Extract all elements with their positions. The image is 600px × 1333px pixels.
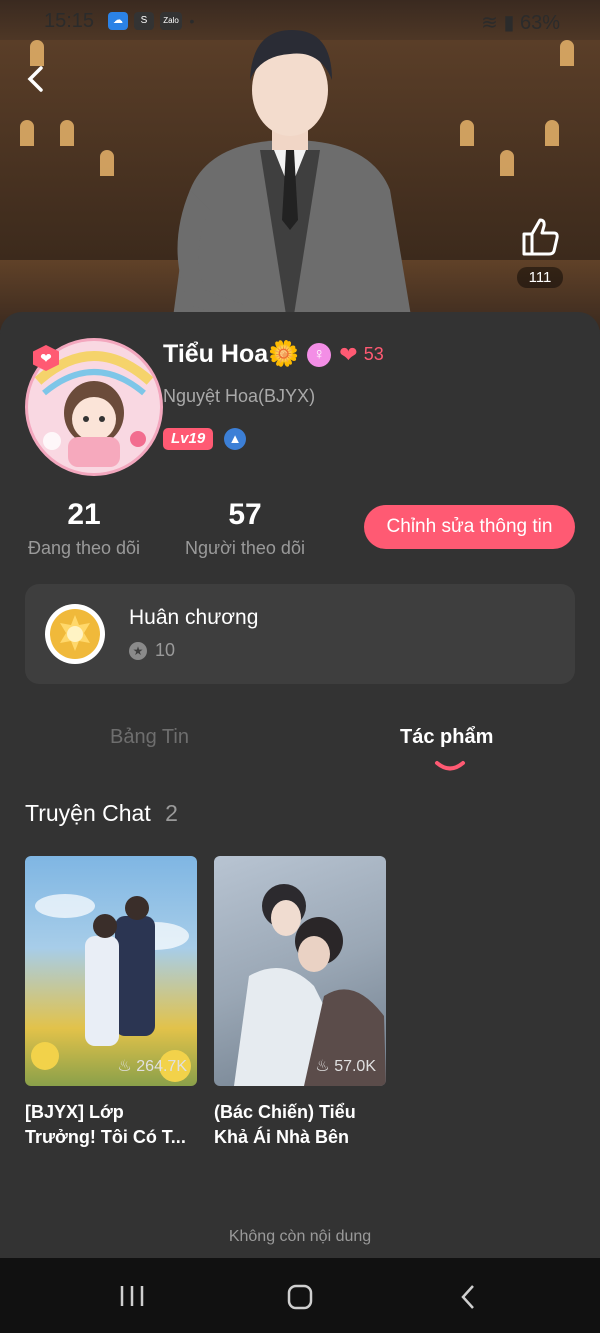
work-card[interactable]: ♨ 264.7K — [25, 856, 197, 1086]
chevron-left-icon — [27, 66, 43, 92]
following-stat[interactable]: 21 Đang theo dõi — [18, 494, 150, 564]
zalo-icon: Zalo — [160, 12, 182, 30]
section-title: Truyện Chat 2 — [25, 800, 178, 827]
following-label: Đang theo dõi — [27, 538, 141, 558]
medals-card[interactable]: Huân chương ★ 10 — [25, 584, 575, 684]
thumbs-up-icon — [522, 218, 559, 256]
like-button[interactable]: 111 — [512, 214, 568, 288]
hearts-icon: ❤ — [339, 341, 358, 367]
status-battery: ≋ ▮ 63% — [481, 10, 560, 35]
work-title[interactable]: [BJYX] Lớp Trưởng! Tôi Có T... — [25, 1100, 197, 1150]
medals-count-row: ★ 10 — [129, 640, 175, 661]
back-button[interactable] — [22, 64, 52, 94]
work-title[interactable]: (Bác Chiến) Tiểu Khả Ái Nhà Bên — [214, 1100, 386, 1150]
work-cover-image — [234, 884, 386, 1086]
medals-count: 10 — [155, 640, 176, 660]
cover-window — [560, 40, 574, 66]
work-card[interactable]: ♨ 57.0K — [214, 856, 386, 1086]
system-nav-bar — [0, 1258, 600, 1333]
popularity-count: 53 — [363, 344, 384, 364]
section-count: 2 — [165, 800, 178, 826]
s-icon: S — [134, 12, 154, 30]
end-of-content-text: Không còn nội dung — [228, 1228, 372, 1245]
cover-window — [545, 120, 559, 146]
profile-cover: 15:15 ☁ S Zalo • ≋ ▮ 63% 111 — [0, 0, 600, 330]
cover-window — [60, 120, 74, 146]
tab-works[interactable]: Tác phẩm — [400, 726, 493, 749]
medals-title: Huân chương — [129, 606, 259, 629]
cover-window — [460, 120, 474, 146]
cover-window — [20, 120, 34, 146]
cover-window — [30, 40, 44, 66]
cover-window — [100, 150, 114, 176]
followers-stat[interactable]: 57 Người theo dõi — [176, 494, 314, 564]
battery-level: 63% — [519, 12, 560, 34]
active-tab-indicator — [435, 761, 465, 771]
tab-feed[interactable]: Bảng Tin — [110, 726, 189, 749]
cloud-icon: ☁ — [108, 12, 128, 30]
wifi-icon: ≋ ▮ — [481, 12, 520, 34]
following-count: 21 — [67, 498, 101, 531]
character-illustration — [171, 30, 414, 330]
status-bar: 15:15 ☁ S Zalo • ≋ ▮ 63% — [44, 8, 560, 36]
username: Nguyệt Hoa(BJYX) — [163, 386, 316, 406]
followers-count: 57 — [228, 498, 262, 531]
cover-window — [500, 150, 514, 176]
like-count: 111 — [516, 267, 564, 288]
profile-name: Tiểu Hoa🌼 ♀ ❤ 53 — [163, 340, 384, 369]
section-name: Truyện Chat — [25, 800, 151, 826]
fire-icon: ♨ — [315, 1058, 335, 1075]
status-app-icons: ☁ S Zalo • — [108, 12, 196, 30]
fire-icon: ♨ — [117, 1058, 137, 1075]
dot-icon: • — [189, 13, 195, 29]
home-icon[interactable] — [286, 1284, 314, 1310]
recent-apps-icon[interactable] — [118, 1284, 146, 1308]
views-count: 264.7K — [136, 1058, 187, 1075]
work-views: ♨ 57.0K — [315, 1056, 376, 1076]
display-name: Tiểu Hoa🌼 — [163, 340, 300, 368]
medal-icon — [45, 604, 105, 664]
status-time: 15:15 — [44, 10, 95, 32]
verified-icon: ▲ — [224, 428, 246, 450]
work-views: ♨ 264.7K — [117, 1056, 187, 1076]
star-icon: ★ — [129, 641, 147, 660]
gender-icon: ♀ — [307, 342, 332, 367]
level-badge: Lv19 — [163, 428, 214, 450]
work-cover-image — [31, 894, 191, 1082]
back-nav-icon[interactable] — [456, 1283, 480, 1311]
views-count: 57.0K — [334, 1058, 376, 1075]
followers-label: Người theo dõi — [185, 538, 305, 558]
edit-profile-button[interactable]: Chỉnh sửa thông tin — [364, 505, 575, 549]
